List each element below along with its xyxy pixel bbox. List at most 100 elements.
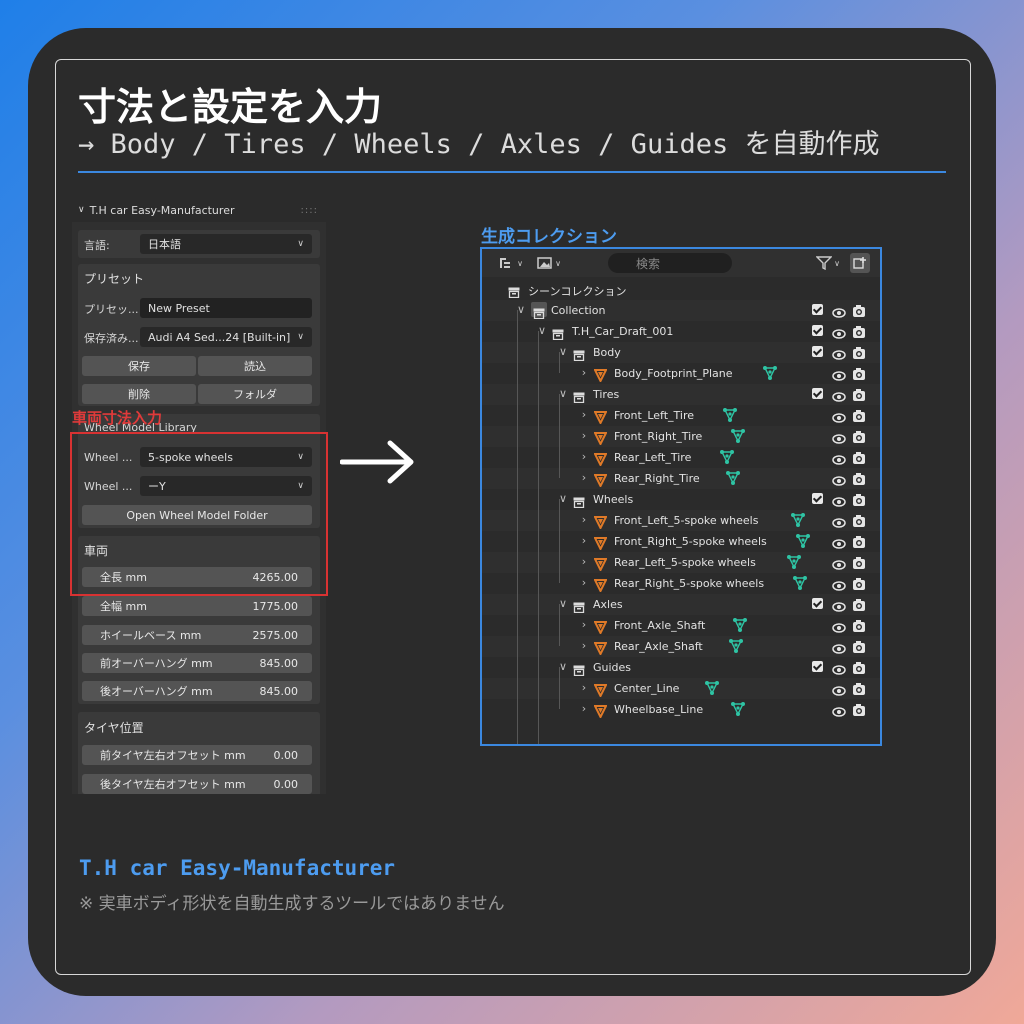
outliner-collection-row[interactable]: ∨ Guides xyxy=(482,657,880,678)
outliner-collection-row[interactable]: ∨ Axles xyxy=(482,594,880,615)
camera-icon[interactable] xyxy=(852,534,866,548)
camera-icon[interactable] xyxy=(852,471,866,485)
folder-button[interactable]: フォルダ xyxy=(198,384,312,404)
camera-icon[interactable] xyxy=(852,660,866,674)
front-overhang-field[interactable]: 前オーバーハング mm 845.00 xyxy=(82,653,312,673)
expand-chevron-icon[interactable]: › xyxy=(578,513,590,526)
camera-icon[interactable] xyxy=(852,408,866,422)
eye-icon[interactable] xyxy=(832,493,846,507)
delete-button[interactable]: 削除 xyxy=(82,384,196,404)
exclude-checkbox[interactable] xyxy=(812,304,823,315)
camera-icon[interactable] xyxy=(852,492,866,506)
front-tire-offset-field[interactable]: 前タイヤ左右オフセット mm 0.00 xyxy=(82,745,312,765)
eye-icon[interactable] xyxy=(832,472,846,486)
outliner-object-row[interactable]: › Front_Right_Tire xyxy=(482,426,880,447)
camera-icon[interactable] xyxy=(852,303,866,317)
outliner-object-row[interactable]: › Front_Left_5-spoke wheels xyxy=(482,510,880,531)
outliner-search-input[interactable]: 検索 xyxy=(608,253,732,273)
camera-icon[interactable] xyxy=(852,597,866,611)
rear-overhang-field[interactable]: 後オーバーハング mm 845.00 xyxy=(82,681,312,701)
outliner-object-row[interactable]: › Rear_Axle_Shaft xyxy=(482,636,880,657)
eye-icon[interactable] xyxy=(832,640,846,654)
preset-name-input[interactable]: New Preset xyxy=(140,298,312,318)
outliner-collection-row[interactable]: ∨ T.H_Car_Draft_001 xyxy=(482,321,880,342)
expand-chevron-icon[interactable]: › xyxy=(578,555,590,568)
scene-collection-row[interactable]: シーンコレクション xyxy=(482,279,880,300)
outliner-object-row[interactable]: › Body_Footprint_Plane xyxy=(482,363,880,384)
eye-icon[interactable] xyxy=(832,556,846,570)
camera-icon[interactable] xyxy=(852,513,866,527)
exclude-checkbox[interactable] xyxy=(812,493,823,504)
language-select[interactable]: 日本語 ∨ xyxy=(140,234,312,254)
expand-chevron-icon[interactable]: › xyxy=(578,534,590,547)
save-button[interactable]: 保存 xyxy=(82,356,196,376)
camera-icon[interactable] xyxy=(852,324,866,338)
expand-chevron-icon[interactable]: › xyxy=(578,702,590,715)
rear-tire-offset-field[interactable]: 後タイヤ左右オフセット mm 0.00 xyxy=(82,774,312,794)
expand-chevron-icon[interactable]: › xyxy=(578,366,590,379)
camera-icon[interactable] xyxy=(852,639,866,653)
load-button[interactable]: 読込 xyxy=(198,356,312,376)
camera-icon[interactable] xyxy=(852,618,866,632)
eye-icon[interactable] xyxy=(832,388,846,402)
display-mode-button[interactable]: ∨ xyxy=(494,253,528,273)
outliner-object-row[interactable]: › Wheelbase_Line xyxy=(482,699,880,720)
exclude-checkbox[interactable] xyxy=(812,661,823,672)
drag-handle-icon[interactable]: :::: xyxy=(301,205,318,216)
camera-icon[interactable] xyxy=(852,345,866,359)
eye-icon[interactable] xyxy=(832,703,846,717)
eye-icon[interactable] xyxy=(832,514,846,528)
eye-icon[interactable] xyxy=(832,304,846,318)
outliner-collection-row[interactable]: ∨ Tires xyxy=(482,384,880,405)
expand-chevron-icon[interactable]: › xyxy=(578,408,590,421)
outliner-collection-row[interactable]: ∨ Collection xyxy=(482,300,880,321)
camera-icon[interactable] xyxy=(852,576,866,590)
eye-icon[interactable] xyxy=(832,451,846,465)
expand-chevron-icon[interactable]: › xyxy=(578,576,590,589)
camera-icon[interactable] xyxy=(852,450,866,464)
camera-icon[interactable] xyxy=(852,681,866,695)
outliner-collection-row[interactable]: ∨ Wheels xyxy=(482,489,880,510)
exclude-checkbox[interactable] xyxy=(812,346,823,357)
exclude-checkbox[interactable] xyxy=(812,325,823,336)
expand-chevron-icon[interactable]: › xyxy=(578,681,590,694)
expand-chevron-icon[interactable]: › xyxy=(578,471,590,484)
width-field[interactable]: 全幅 mm 1775.00 xyxy=(82,596,312,616)
camera-icon[interactable] xyxy=(852,702,866,716)
eye-icon[interactable] xyxy=(832,682,846,696)
expand-chevron-icon[interactable]: › xyxy=(578,450,590,463)
eye-icon[interactable] xyxy=(832,367,846,381)
camera-icon[interactable] xyxy=(852,429,866,443)
outliner-object-row[interactable]: › Center_Line xyxy=(482,678,880,699)
camera-icon[interactable] xyxy=(852,387,866,401)
saved-preset-select[interactable]: Audi A4 Sed...24 [Built-in] ∨ xyxy=(140,327,312,347)
expand-chevron-icon[interactable]: › xyxy=(578,639,590,652)
eye-icon[interactable] xyxy=(832,325,846,339)
outliner-object-row[interactable]: › Front_Axle_Shaft xyxy=(482,615,880,636)
expand-chevron-icon[interactable]: › xyxy=(578,429,590,442)
panel-header[interactable]: ∨ T.H car Easy-Manufacturer :::: xyxy=(72,198,326,222)
outliner-collection-row[interactable]: ∨ Body xyxy=(482,342,880,363)
outliner-object-row[interactable]: › Front_Right_5-spoke wheels xyxy=(482,531,880,552)
new-collection-button[interactable] xyxy=(850,253,870,273)
eye-icon[interactable] xyxy=(832,598,846,612)
eye-icon[interactable] xyxy=(832,661,846,675)
eye-icon[interactable] xyxy=(832,409,846,423)
wheelbase-field[interactable]: ホイールベース mm 2575.00 xyxy=(82,625,312,645)
exclude-checkbox[interactable] xyxy=(812,388,823,399)
view-layer-button[interactable]: ∨ xyxy=(532,253,566,273)
outliner-object-row[interactable]: › Rear_Left_Tire xyxy=(482,447,880,468)
eye-icon[interactable] xyxy=(832,430,846,444)
outliner-object-row[interactable]: › Front_Left_Tire xyxy=(482,405,880,426)
eye-icon[interactable] xyxy=(832,346,846,360)
eye-icon[interactable] xyxy=(832,535,846,549)
exclude-checkbox[interactable] xyxy=(812,598,823,609)
outliner-object-row[interactable]: › Rear_Left_5-spoke wheels xyxy=(482,552,880,573)
camera-icon[interactable] xyxy=(852,366,866,380)
filter-button[interactable]: ∨ xyxy=(812,253,844,273)
outliner-object-row[interactable]: › Rear_Right_5-spoke wheels xyxy=(482,573,880,594)
camera-icon[interactable] xyxy=(852,555,866,569)
outliner-object-row[interactable]: › Rear_Right_Tire xyxy=(482,468,880,489)
expand-chevron-icon[interactable]: › xyxy=(578,618,590,631)
eye-icon[interactable] xyxy=(832,577,846,591)
